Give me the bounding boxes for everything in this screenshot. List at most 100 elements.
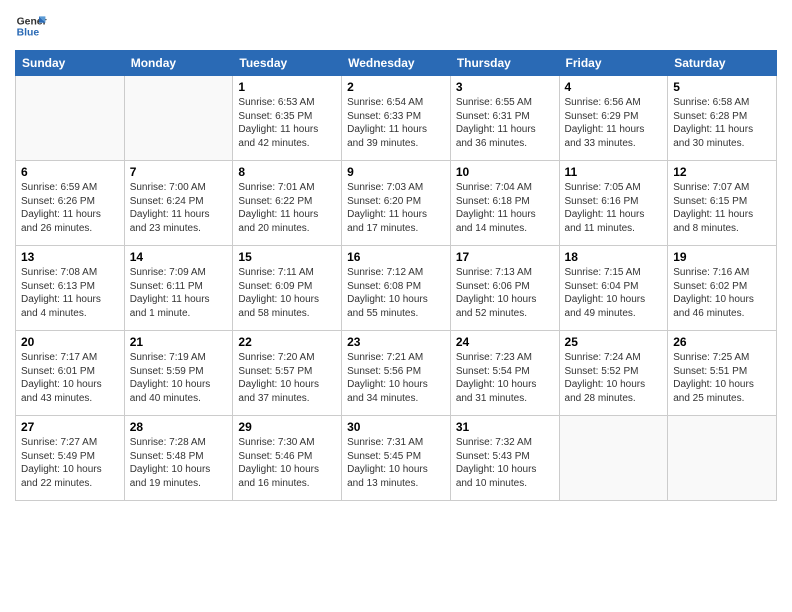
day-info: Sunrise: 6:55 AM Sunset: 6:31 PM Dayligh…: [456, 96, 554, 150]
day-number: 5: [673, 80, 771, 94]
day-number: 14: [130, 250, 228, 264]
day-number: 20: [21, 335, 119, 349]
calendar-table: SundayMondayTuesdayWednesdayThursdayFrid…: [15, 50, 777, 501]
day-number: 4: [565, 80, 663, 94]
day-number: 8: [238, 165, 336, 179]
logo-icon: General Blue: [15, 10, 47, 42]
day-header-saturday: Saturday: [668, 51, 777, 76]
day-info: Sunrise: 7:24 AM Sunset: 5:52 PM Dayligh…: [565, 351, 663, 405]
day-number: 30: [347, 420, 445, 434]
day-cell: 13Sunrise: 7:08 AM Sunset: 6:13 PM Dayli…: [16, 246, 125, 331]
day-info: Sunrise: 7:09 AM Sunset: 6:11 PM Dayligh…: [130, 266, 228, 320]
day-cell: 14 Sunrise: 7:09 AM Sunset: 6:11 PM Dayli…: [124, 246, 233, 331]
day-cell: 11 Sunrise: 7:05 AM Sunset: 6:16 PM Dayli…: [559, 161, 668, 246]
day-number: 7: [130, 165, 228, 179]
day-cell: 25 Sunrise: 7:24 AM Sunset: 5:52 PM Dayli…: [559, 331, 668, 416]
day-header-friday: Friday: [559, 51, 668, 76]
day-number: 24: [456, 335, 554, 349]
day-info: Sunrise: 7:04 AM Sunset: 6:18 PM Dayligh…: [456, 181, 554, 235]
day-cell: 21Sunrise: 7:19 AM Sunset: 5:59 PM Dayli…: [124, 331, 233, 416]
day-info: Sunrise: 7:05 AM Sunset: 6:16 PM Dayligh…: [565, 181, 663, 235]
week-row-5: 27Sunrise: 7:27 AM Sunset: 5:49 PM Dayli…: [16, 416, 777, 501]
day-number: 23: [347, 335, 445, 349]
day-number: 29: [238, 420, 336, 434]
day-number: 25: [565, 335, 663, 349]
day-info: Sunrise: 7:00 AM Sunset: 6:24 PM Dayligh…: [130, 181, 228, 235]
day-cell: 3 Sunrise: 6:55 AM Sunset: 6:31 PM Daylig…: [450, 76, 559, 161]
day-info: Sunrise: 7:21 AM Sunset: 5:56 PM Dayligh…: [347, 351, 445, 405]
day-info: Sunrise: 7:28 AM Sunset: 5:48 PM Dayligh…: [130, 436, 228, 490]
day-cell: 22 Sunrise: 7:20 AM Sunset: 5:57 PM Dayli…: [233, 331, 342, 416]
day-cell: 1Sunrise: 6:53 AM Sunset: 6:35 PM Daylig…: [233, 76, 342, 161]
day-cell: 5 Sunrise: 6:58 AM Sunset: 6:28 PM Daylig…: [668, 76, 777, 161]
day-info: Sunrise: 6:56 AM Sunset: 6:29 PM Dayligh…: [565, 96, 663, 150]
day-info: Sunrise: 7:32 AM Sunset: 5:43 PM Dayligh…: [456, 436, 554, 490]
day-cell: 10 Sunrise: 7:04 AM Sunset: 6:18 PM Dayli…: [450, 161, 559, 246]
day-cell: 27Sunrise: 7:27 AM Sunset: 5:49 PM Dayli…: [16, 416, 125, 501]
day-number: 12: [673, 165, 771, 179]
day-cell: 16Sunrise: 7:12 AM Sunset: 6:08 PM Dayli…: [342, 246, 451, 331]
day-cell: 23 Sunrise: 7:21 AM Sunset: 5:56 PM Dayli…: [342, 331, 451, 416]
day-number: 27: [21, 420, 119, 434]
calendar-body: 1Sunrise: 6:53 AM Sunset: 6:35 PM Daylig…: [16, 76, 777, 501]
logo: General Blue: [15, 10, 47, 42]
day-info: Sunrise: 7:23 AM Sunset: 5:54 PM Dayligh…: [456, 351, 554, 405]
day-number: 9: [347, 165, 445, 179]
day-number: 3: [456, 80, 554, 94]
day-info: Sunrise: 7:11 AM Sunset: 6:09 PM Dayligh…: [238, 266, 336, 320]
day-number: 16: [347, 250, 445, 264]
day-cell: 12 Sunrise: 7:07 AM Sunset: 6:15 PM Dayli…: [668, 161, 777, 246]
page-header: General Blue: [15, 10, 777, 42]
day-header-thursday: Thursday: [450, 51, 559, 76]
day-number: 21: [130, 335, 228, 349]
day-number: 13: [21, 250, 119, 264]
day-number: 11: [565, 165, 663, 179]
day-info: Sunrise: 7:15 AM Sunset: 6:04 PM Dayligh…: [565, 266, 663, 320]
day-info: Sunrise: 6:58 AM Sunset: 6:28 PM Dayligh…: [673, 96, 771, 150]
day-info: Sunrise: 6:59 AM Sunset: 6:26 PM Dayligh…: [21, 181, 119, 235]
day-header-sunday: Sunday: [16, 51, 125, 76]
day-cell: [124, 76, 233, 161]
day-header-wednesday: Wednesday: [342, 51, 451, 76]
day-number: 18: [565, 250, 663, 264]
week-row-1: 1Sunrise: 6:53 AM Sunset: 6:35 PM Daylig…: [16, 76, 777, 161]
day-cell: 31Sunrise: 7:32 AM Sunset: 5:43 PM Dayli…: [450, 416, 559, 501]
week-row-2: 6 Sunrise: 6:59 AM Sunset: 6:26 PM Daylig…: [16, 161, 777, 246]
svg-text:Blue: Blue: [17, 28, 40, 39]
calendar-header-row: SundayMondayTuesdayWednesdayThursdayFrid…: [16, 51, 777, 76]
day-cell: 24 Sunrise: 7:23 AM Sunset: 5:54 PM Dayli…: [450, 331, 559, 416]
day-info: Sunrise: 7:16 AM Sunset: 6:02 PM Dayligh…: [673, 266, 771, 320]
day-cell: 8Sunrise: 7:01 AM Sunset: 6:22 PM Daylig…: [233, 161, 342, 246]
day-number: 26: [673, 335, 771, 349]
day-header-tuesday: Tuesday: [233, 51, 342, 76]
day-cell: 26 Sunrise: 7:25 AM Sunset: 5:51 PM Dayli…: [668, 331, 777, 416]
day-cell: 20Sunrise: 7:17 AM Sunset: 6:01 PM Dayli…: [16, 331, 125, 416]
day-cell: 28Sunrise: 7:28 AM Sunset: 5:48 PM Dayli…: [124, 416, 233, 501]
day-number: 10: [456, 165, 554, 179]
day-cell: 2Sunrise: 6:54 AM Sunset: 6:33 PM Daylig…: [342, 76, 451, 161]
day-cell: 4 Sunrise: 6:56 AM Sunset: 6:29 PM Daylig…: [559, 76, 668, 161]
day-header-monday: Monday: [124, 51, 233, 76]
day-cell: [668, 416, 777, 501]
day-info: Sunrise: 6:53 AM Sunset: 6:35 PM Dayligh…: [238, 96, 336, 150]
day-cell: 30 Sunrise: 7:31 AM Sunset: 5:45 PM Dayli…: [342, 416, 451, 501]
day-cell: 7 Sunrise: 7:00 AM Sunset: 6:24 PM Daylig…: [124, 161, 233, 246]
day-cell: [16, 76, 125, 161]
week-row-3: 13Sunrise: 7:08 AM Sunset: 6:13 PM Dayli…: [16, 246, 777, 331]
day-number: 2: [347, 80, 445, 94]
day-info: Sunrise: 7:31 AM Sunset: 5:45 PM Dayligh…: [347, 436, 445, 490]
day-number: 15: [238, 250, 336, 264]
day-info: Sunrise: 7:20 AM Sunset: 5:57 PM Dayligh…: [238, 351, 336, 405]
day-info: Sunrise: 7:13 AM Sunset: 6:06 PM Dayligh…: [456, 266, 554, 320]
day-number: 6: [21, 165, 119, 179]
day-number: 22: [238, 335, 336, 349]
day-info: Sunrise: 7:25 AM Sunset: 5:51 PM Dayligh…: [673, 351, 771, 405]
day-info: Sunrise: 7:07 AM Sunset: 6:15 PM Dayligh…: [673, 181, 771, 235]
day-cell: 6 Sunrise: 6:59 AM Sunset: 6:26 PM Daylig…: [16, 161, 125, 246]
day-info: Sunrise: 7:30 AM Sunset: 5:46 PM Dayligh…: [238, 436, 336, 490]
day-cell: 29 Sunrise: 7:30 AM Sunset: 5:46 PM Dayli…: [233, 416, 342, 501]
day-number: 19: [673, 250, 771, 264]
day-cell: 9Sunrise: 7:03 AM Sunset: 6:20 PM Daylig…: [342, 161, 451, 246]
week-row-4: 20Sunrise: 7:17 AM Sunset: 6:01 PM Dayli…: [16, 331, 777, 416]
day-number: 17: [456, 250, 554, 264]
